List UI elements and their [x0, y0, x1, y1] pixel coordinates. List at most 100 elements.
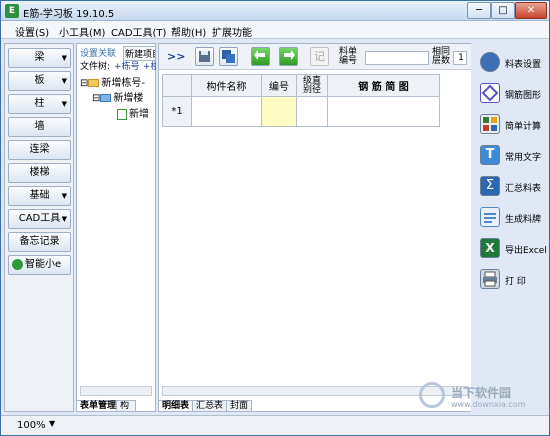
same-floor-input[interactable]: 1	[453, 51, 467, 65]
list-settings-button[interactable]: 料表设置	[478, 49, 546, 75]
export-excel-button[interactable]: X 导出Excel	[478, 235, 547, 261]
add-building-link[interactable]: +栋号	[114, 59, 140, 72]
calculator-icon	[480, 114, 500, 134]
minimize-button[interactable]: ─	[467, 2, 491, 19]
list-number-label: 料单 编号	[339, 47, 358, 66]
cell-name[interactable]	[191, 96, 262, 127]
category-beam-button[interactable]: 梁 ▼	[8, 48, 71, 68]
menu-extensions[interactable]: 扩展功能	[212, 24, 252, 39]
list-number-input[interactable]	[365, 51, 429, 65]
collapse-icon: ⊟	[92, 93, 101, 104]
cell-rebar-diagram[interactable]	[327, 96, 440, 127]
folder-icon	[100, 94, 112, 102]
category-foundation-button[interactable]: 基础 ▼	[8, 186, 71, 206]
tab-form-management[interactable]: 表单管理	[76, 400, 121, 412]
column-header-grade-diameter[interactable]: 级直 别径	[296, 74, 328, 97]
save-button[interactable]	[195, 47, 214, 66]
button-label: 连梁	[29, 144, 50, 155]
tab-summary-sheet[interactable]: 汇总表	[192, 400, 228, 412]
category-wall-button[interactable]: 墙	[8, 117, 71, 137]
tab-cover[interactable]: 封面	[226, 400, 253, 412]
generate-tag-button[interactable]: 生成料牌	[478, 204, 546, 230]
tool-label: 常用文字	[505, 153, 542, 163]
tool-label: 简单计算	[505, 122, 542, 132]
window-title: E筋-学习板 19.10.5	[23, 9, 115, 20]
tool-label: 导出Excel	[505, 246, 547, 256]
cell-grade-diameter[interactable]	[296, 96, 328, 127]
dropdown-arrow-icon: ▼	[61, 54, 67, 62]
smart-assistant-button[interactable]: 智能小e	[8, 255, 71, 275]
expand-button[interactable]: >>	[167, 50, 185, 63]
menu-settings[interactable]: 设置(S)	[15, 24, 49, 39]
zoom-dropdown-icon[interactable]: ▼	[49, 419, 55, 428]
button-label: 梁	[34, 52, 45, 63]
tab-detail-sheet[interactable]: 明细表	[158, 400, 194, 412]
assistant-icon	[12, 259, 23, 270]
undo-button[interactable]	[251, 47, 270, 66]
close-button[interactable]: ✕	[515, 2, 547, 19]
multi-disk-icon	[222, 50, 235, 63]
sigma-icon: Σ	[480, 176, 500, 196]
table-header-row: 构件名称 编号 级直 别径 钢 筋 简 图	[162, 74, 440, 97]
row-marker[interactable]: *1	[162, 96, 192, 127]
tree-node-label: 新增楼	[113, 93, 144, 104]
rebar-graphics-button[interactable]: 钢筋图形	[478, 80, 546, 106]
tool-label: 生成料牌	[505, 215, 542, 225]
document-icon	[117, 108, 127, 120]
zoom-level[interactable]: 100%	[17, 420, 46, 431]
redo-arrow-icon	[284, 50, 295, 60]
card-icon	[480, 207, 500, 227]
save-all-button[interactable]	[219, 47, 238, 66]
column-header-rebar-diagram[interactable]: 钢 筋 简 图	[327, 74, 440, 97]
column-header-name[interactable]: 构件名称	[191, 74, 262, 97]
file-tree-panel: 设置关联 新建项目 文件树: +栋号 +楼 ⊟新增栋号- ⊟新增楼 新增 表单管…	[76, 43, 156, 412]
menu-bar: 设置(S) 小工具(M) CAD工具(T) 帮助(H) 扩展功能	[1, 21, 549, 39]
category-coupling-beam-button[interactable]: 连梁	[8, 140, 71, 160]
row-header-corner	[162, 74, 192, 97]
memo-button[interactable]: 备忘记录	[8, 232, 71, 252]
button-label: 基础	[29, 190, 50, 201]
button-label: 板	[34, 75, 45, 86]
simple-calc-button[interactable]: 简单计算	[478, 111, 546, 137]
tool-label: 料表设置	[505, 60, 542, 70]
tool-label: 打 印	[505, 277, 526, 287]
detail-table: 构件名称 编号 级直 别径 钢 筋 简 图 *1	[162, 74, 440, 127]
add-floor-link[interactable]: +楼	[143, 59, 156, 72]
record-button[interactable]: 记	[310, 47, 329, 66]
category-cad-tools-button[interactable]: CAD工具 ▼	[8, 209, 71, 229]
tree-node-floor[interactable]: ⊟ 新增楼	[92, 89, 155, 104]
menu-cad-tools[interactable]: CAD工具(T)	[111, 24, 166, 39]
category-column-button[interactable]: 柱 ▼	[8, 94, 71, 114]
category-stairs-button[interactable]: 楼梯	[8, 163, 71, 183]
summary-list-button[interactable]: Σ 汇总料表	[478, 173, 546, 199]
dropdown-arrow-icon: ▼	[61, 100, 67, 108]
button-label: 楼梯	[29, 167, 50, 178]
dropdown-arrow-icon: ▼	[61, 192, 67, 200]
tree-node-list[interactable]: 新增	[117, 105, 155, 120]
tree-horizontal-scrollbar[interactable]	[80, 386, 152, 396]
tree-node-building[interactable]: ⊟ 新增栋号-	[80, 74, 155, 89]
button-label: 备忘记录	[19, 236, 60, 247]
dropdown-arrow-icon: ▼	[61, 215, 67, 223]
column-header-number[interactable]: 编号	[261, 74, 297, 97]
tree-node-label: 新增	[129, 109, 149, 120]
category-slab-button[interactable]: 板 ▼	[8, 71, 71, 91]
menu-tools[interactable]: 小工具(M)	[59, 24, 105, 39]
tab-components[interactable]: 构件	[116, 400, 136, 412]
watermark-text: 当下软件园	[451, 386, 512, 400]
common-text-button[interactable]: T 常用文字	[478, 142, 546, 168]
file-tree-label: 文件树:	[80, 62, 111, 72]
tool-label: 钢筋图形	[505, 91, 542, 101]
maximize-button[interactable]: □	[491, 2, 515, 19]
tree-node-label: 新增栋号-	[101, 78, 145, 89]
settings-link[interactable]: 设置关联	[80, 46, 116, 59]
main-toolbar: >> 记 料单 编号 相同 层数 1	[159, 44, 471, 70]
menu-help[interactable]: 帮助(H)	[171, 24, 206, 39]
cell-number[interactable]	[261, 96, 297, 127]
print-button[interactable]: 打 印	[478, 266, 546, 292]
watermark-url: www.downxia.com	[451, 400, 526, 409]
excel-icon: X	[480, 238, 500, 258]
status-bar: 100% ▼	[1, 415, 549, 435]
disk-icon	[199, 51, 210, 62]
redo-button[interactable]	[279, 47, 298, 66]
